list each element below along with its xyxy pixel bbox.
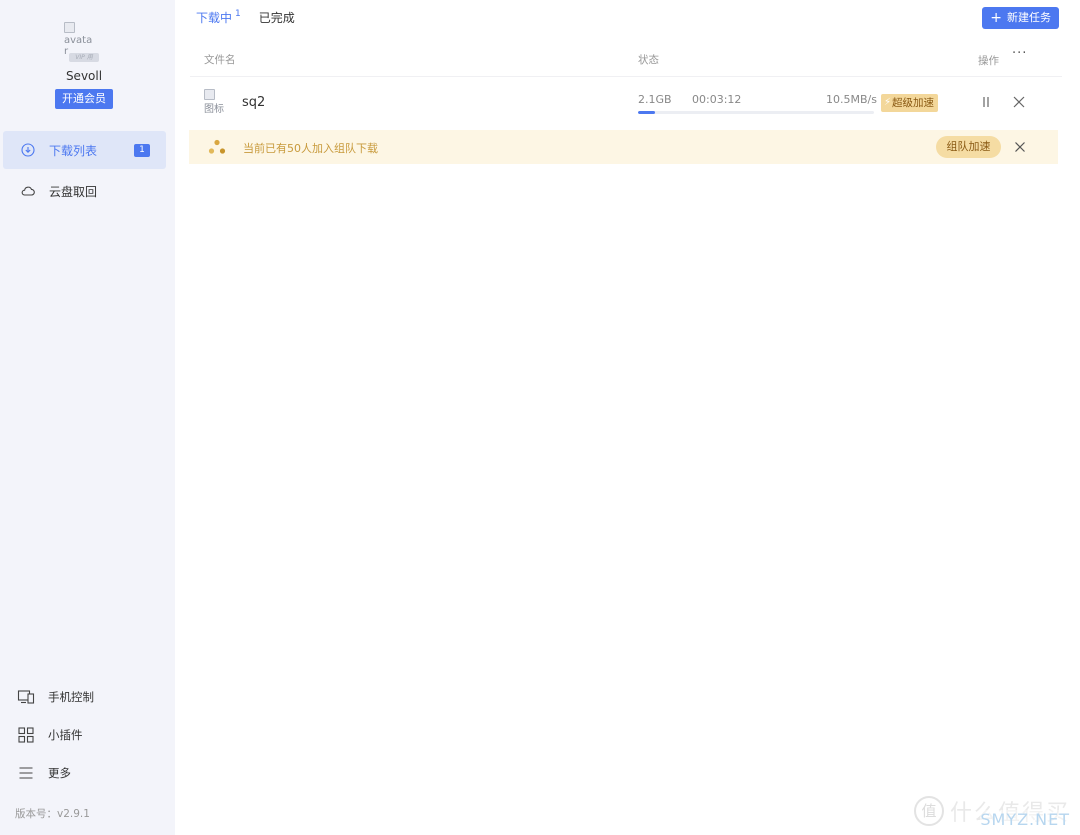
list-header: 文件名 状态 操作 ···: [190, 46, 1062, 77]
broken-image-icon: [64, 22, 75, 33]
sidebar-item-label: 手机控制: [48, 690, 94, 704]
sidebar-item-plugins[interactable]: 小插件: [0, 724, 168, 746]
banner-text: 当前已有50人加入组队下载: [243, 142, 378, 155]
plus-icon: +: [990, 10, 1002, 26]
tab-label: 下载中: [196, 11, 233, 25]
download-speed: 10.5MB/s: [826, 93, 877, 106]
elapsed-time: 00:03:12: [692, 93, 742, 106]
team-icon: [208, 139, 226, 154]
file-name: sq2: [242, 95, 266, 110]
version-label: 版本号：v2.9.1: [15, 808, 90, 820]
column-header-operation: 操作: [978, 55, 999, 67]
username: Sevoll: [65, 69, 103, 83]
sidebar-item-cloud-retrieve[interactable]: 云盘取回: [3, 172, 166, 210]
tab-downloading[interactable]: 下载中 1: [196, 9, 241, 26]
sidebar-item-phone-control[interactable]: 手机控制: [0, 686, 168, 708]
app-window: avatar VIP 用 Sevoll 开通会员 下载列表 1 云盘取回 手机控…: [0, 0, 1080, 835]
tab-bar: 下载中 1 已完成: [196, 9, 313, 26]
watermark-logo: 值: [913, 796, 944, 826]
table-row[interactable]: 图标 sq2 2.1GB 00:03:12 10.5MB/s ⚡ 超级加速: [190, 85, 1062, 125]
column-header-status: 状态: [638, 54, 659, 66]
vip-tag: VIP 用: [69, 53, 99, 62]
sidebar-item-more[interactable]: 更多: [0, 762, 168, 784]
team-speed-button[interactable]: 组队加速: [936, 136, 1001, 158]
file-type-icon: 图标: [204, 89, 230, 117]
watermark-site: SMYZ.NET: [980, 810, 1070, 829]
main-panel: 下载中 1 已完成 + 新建任务 文件名 状态 操作 ··· 图标 sq2 2.1…: [175, 0, 1080, 835]
new-task-label: 新建任务: [1007, 11, 1051, 24]
watermark: 值 什么值得买 SMYZ.NET: [913, 795, 1070, 829]
open-vip-button[interactable]: 开通会员: [55, 89, 113, 109]
close-icon[interactable]: [1014, 141, 1026, 153]
super-speed-button[interactable]: ⚡ 超级加速: [881, 94, 939, 112]
team-download-banner: 当前已有50人加入组队下载 组队加速: [189, 130, 1058, 164]
pause-icon[interactable]: [980, 95, 992, 109]
more-options-icon[interactable]: ···: [1012, 46, 1027, 61]
download-circle-icon: [21, 143, 35, 157]
download-count-badge: 1: [134, 144, 150, 157]
file-size: 2.1GB: [638, 93, 672, 106]
file-icon-alt-text: 图标: [204, 104, 224, 115]
user-profile: avatar VIP 用 Sevoll 开通会员: [0, 22, 168, 109]
sidebar-item-label: 云盘取回: [49, 184, 98, 199]
broken-image-icon: [204, 89, 215, 100]
super-speed-label: 超级加速: [892, 97, 935, 109]
devices-icon: [17, 690, 35, 704]
grid-icon: [18, 727, 34, 743]
progress-fill: [638, 111, 655, 114]
new-task-button[interactable]: + 新建任务: [982, 7, 1059, 29]
column-header-name: 文件名: [204, 54, 236, 66]
sidebar-item-label: 小插件: [48, 728, 83, 742]
sidebar: avatar VIP 用 Sevoll 开通会员 下载列表 1 云盘取回 手机控…: [0, 0, 175, 835]
cloud-icon: [21, 186, 35, 196]
menu-icon: [19, 767, 33, 779]
avatar[interactable]: avatar VIP 用: [64, 22, 104, 62]
progress-bar: [638, 111, 874, 114]
tab-completed[interactable]: 已完成: [259, 9, 295, 26]
sidebar-item-label: 更多: [48, 766, 71, 780]
sidebar-item-label: 下载列表: [49, 143, 98, 158]
tab-label: 已完成: [258, 11, 295, 25]
sidebar-item-download-list[interactable]: 下载列表 1: [3, 131, 166, 169]
close-icon[interactable]: [1013, 96, 1025, 108]
tab-count: 1: [235, 9, 241, 19]
lightning-icon: ⚡: [884, 97, 892, 108]
